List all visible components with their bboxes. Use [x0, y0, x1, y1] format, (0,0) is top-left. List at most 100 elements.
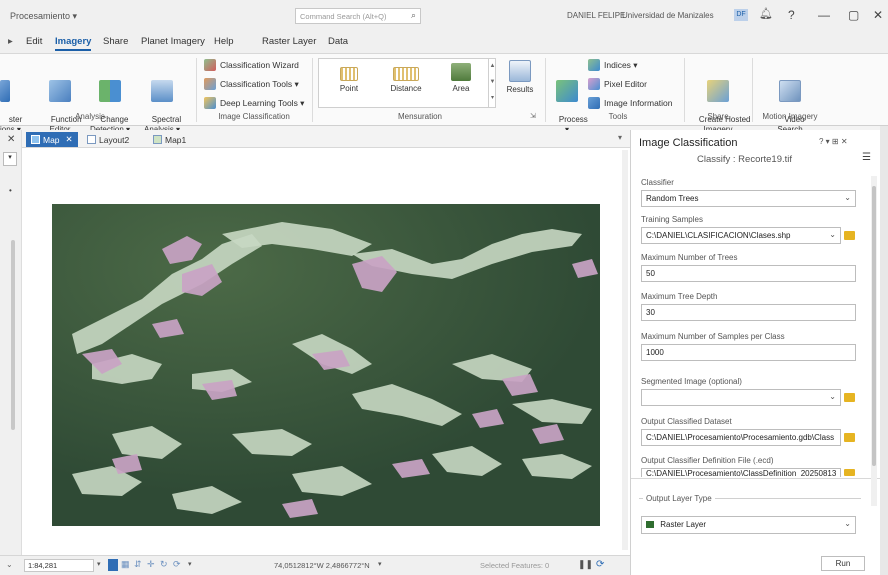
- pause-icon[interactable]: ❚❚: [578, 559, 593, 570]
- tab-data[interactable]: Data: [328, 36, 348, 47]
- search-icon: ⌕: [410, 10, 416, 20]
- distance-button[interactable]: Distance: [381, 67, 431, 94]
- refresh-icon[interactable]: ↻: [160, 559, 168, 570]
- close-button[interactable]: ✕: [873, 8, 883, 22]
- pane-scrollbar-track[interactable]: [871, 176, 877, 506]
- pane-title: Image Classification: [639, 137, 738, 149]
- raster-layer-icon: [646, 521, 654, 529]
- refresh-map-icon[interactable]: ⟳: [596, 559, 604, 570]
- run-button[interactable]: Run: [821, 556, 865, 571]
- chevron-down-icon: ⌄: [829, 392, 836, 401]
- tab-imagery[interactable]: Imagery: [55, 36, 92, 51]
- left-pane-strip: ✕ ▾ •: [0, 130, 22, 555]
- tab-overflow-icon[interactable]: ▸: [8, 36, 13, 47]
- tab-planet-imagery[interactable]: Planet Imagery: [141, 36, 205, 47]
- browse-folder-icon[interactable]: [844, 469, 855, 476]
- pixel-editor-button[interactable]: Pixel Editor: [588, 78, 647, 90]
- tab-share[interactable]: Share: [103, 36, 128, 47]
- tab-map1[interactable]: Map1: [148, 132, 191, 147]
- group-label-share: Share: [707, 112, 729, 121]
- segmented-image-field[interactable]: ⌄: [641, 389, 841, 406]
- classifier-select[interactable]: Random Trees ⌄: [641, 190, 856, 207]
- selected-features-count[interactable]: Selected Features: 0: [480, 561, 549, 570]
- layout-icon: [87, 135, 96, 144]
- distance-measure-icon: [393, 67, 419, 81]
- process-icon: [556, 80, 578, 102]
- ribbon: ster ions ▾ Function Editor Change Detec…: [0, 54, 888, 134]
- output-dataset-field[interactable]: C:\DANIEL\Procesamiento\Procesamiento.gd…: [641, 429, 841, 446]
- map-scrollbar[interactable]: [622, 150, 628, 550]
- classification-wizard-icon: [204, 59, 216, 71]
- ribbon-divider: [752, 58, 753, 122]
- tab-map[interactable]: Map ✕: [26, 132, 78, 147]
- tab-raster-layer[interactable]: Raster Layer: [262, 36, 316, 47]
- tab-help[interactable]: Help: [214, 36, 234, 47]
- pane-controls[interactable]: ? ▾ ⊞ ✕: [819, 137, 848, 146]
- image-information-button[interactable]: Image Information: [588, 97, 673, 109]
- indices-button[interactable]: Indices ▾: [588, 59, 638, 71]
- pane-menu-icon[interactable]: ☰: [862, 152, 871, 163]
- tab-edit[interactable]: Edit: [26, 36, 42, 47]
- max-depth-input[interactable]: 30: [641, 304, 856, 321]
- point-measure-icon: [340, 67, 358, 81]
- browse-folder-icon[interactable]: [844, 433, 855, 442]
- pane-dropdown-icon[interactable]: ▾: [3, 152, 17, 166]
- pane-scrollbar-thumb[interactable]: [872, 186, 876, 466]
- close-tab-icon[interactable]: ✕: [66, 134, 73, 145]
- group-label-mensuration: Mensuration: [397, 112, 443, 121]
- project-dropdown[interactable]: Procesamiento ▾: [10, 11, 77, 22]
- area-measure-icon: [451, 63, 471, 81]
- maximize-button[interactable]: ▢: [848, 8, 859, 22]
- pixel-editor-icon: [588, 78, 600, 90]
- satellite-raster-image[interactable]: [52, 204, 600, 526]
- scale-dropdown-icon[interactable]: ▾: [97, 560, 101, 568]
- scale-input[interactable]: 1:84,281: [24, 559, 94, 572]
- classification-tools-button[interactable]: Classification Tools ▾: [204, 78, 299, 90]
- help-button[interactable]: ?: [788, 8, 795, 22]
- max-trees-input[interactable]: 50: [641, 265, 856, 282]
- map-view-toggle-icon[interactable]: [108, 559, 118, 571]
- gallery-scroll-arrows[interactable]: ▲ ▼ ▾: [488, 58, 496, 108]
- classification-wizard-button[interactable]: Classification Wizard: [204, 59, 299, 71]
- rotation-icon[interactable]: ⟳: [173, 559, 181, 570]
- map-view: Map ✕ Layout2 Map1 ▾: [22, 130, 630, 555]
- max-samples-input[interactable]: 1000: [641, 344, 856, 361]
- command-search-box[interactable]: Command Search (Alt+Q) ⌕: [295, 8, 421, 24]
- tab-layout2[interactable]: Layout2: [82, 132, 134, 147]
- nav-tools-icon[interactable]: ⇵: [134, 559, 142, 570]
- results-button[interactable]: Results: [502, 60, 538, 95]
- area-button[interactable]: Area: [443, 63, 479, 94]
- browse-folder-icon[interactable]: [844, 231, 855, 240]
- dialog-launcher-icon[interactable]: ⇲: [530, 112, 536, 120]
- image-classification-pane: Image Classification ? ▾ ⊞ ✕ Classify : …: [630, 130, 881, 575]
- close-pane-icon[interactable]: ✕: [7, 134, 15, 145]
- deep-learning-tools-button[interactable]: Deep Learning Tools ▾: [204, 97, 304, 109]
- output-definition-field[interactable]: C:\DANIEL\Procesamiento\ClassDefinition_…: [641, 468, 841, 477]
- grid-icon[interactable]: ▦: [121, 559, 130, 570]
- coordinates-dropdown-icon[interactable]: ▾: [378, 560, 382, 568]
- user-avatar[interactable]: DF: [734, 9, 748, 21]
- output-layer-type-select[interactable]: Raster Layer ⌄: [641, 516, 856, 534]
- ribbon-divider: [545, 58, 546, 122]
- video-search-icon: [779, 80, 801, 102]
- results-icon: [509, 60, 531, 82]
- scale-arrow-icon[interactable]: ⌄: [6, 560, 13, 569]
- training-samples-field[interactable]: C:\DANIEL\CLASIFICACION\Clases.shp ⌄: [641, 227, 841, 244]
- pane-dot-icon: •: [9, 186, 12, 195]
- deep-learning-icon: [204, 97, 216, 109]
- output-definition-label: Output Classifier Definition File (.ecd): [641, 456, 774, 465]
- pan-icon[interactable]: ✛: [147, 559, 155, 570]
- max-trees-label: Maximum Number of Trees: [641, 253, 738, 262]
- browse-folder-icon[interactable]: [844, 393, 855, 402]
- pane-scrollbar[interactable]: [11, 240, 15, 430]
- map-tabs: Map ✕ Layout2 Map1 ▾: [22, 130, 630, 148]
- max-depth-label: Maximum Tree Depth: [641, 292, 718, 301]
- ribbon-divider: [196, 58, 197, 122]
- notification-bell-icon[interactable]: 🔔︎: [759, 7, 773, 20]
- minimize-button[interactable]: —: [818, 8, 830, 22]
- map-icon: [153, 135, 162, 144]
- tabs-overflow-icon[interactable]: ▾: [618, 133, 622, 142]
- nav-dropdown-icon[interactable]: ▾: [188, 560, 192, 568]
- group-label-motion-imagery: Motion Imagery: [762, 112, 818, 121]
- point-button[interactable]: Point: [329, 67, 369, 94]
